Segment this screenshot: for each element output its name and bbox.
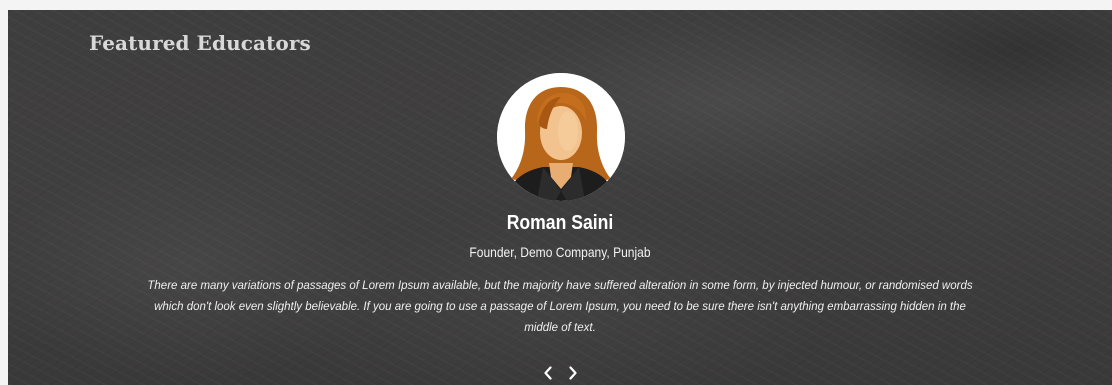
educator-role: Founder, Demo Company, Punjab [469,244,651,260]
chevron-left-icon [544,366,552,380]
educator-quote: There are many variations of passages of… [147,280,973,334]
chevron-right-icon [569,366,577,380]
page-frame: Featured Educators Roman Saini Founder, … [0,0,1112,385]
carousel-prev-button[interactable] [539,364,557,382]
educator-avatar [497,73,625,201]
featured-educators-section: Featured Educators Roman Saini Founder, … [8,10,1112,385]
carousel-next-button[interactable] [564,364,582,382]
female-avatar-icon [497,73,625,201]
educator-name: Roman Saini [506,212,614,234]
section-title: Featured Educators [89,31,311,55]
